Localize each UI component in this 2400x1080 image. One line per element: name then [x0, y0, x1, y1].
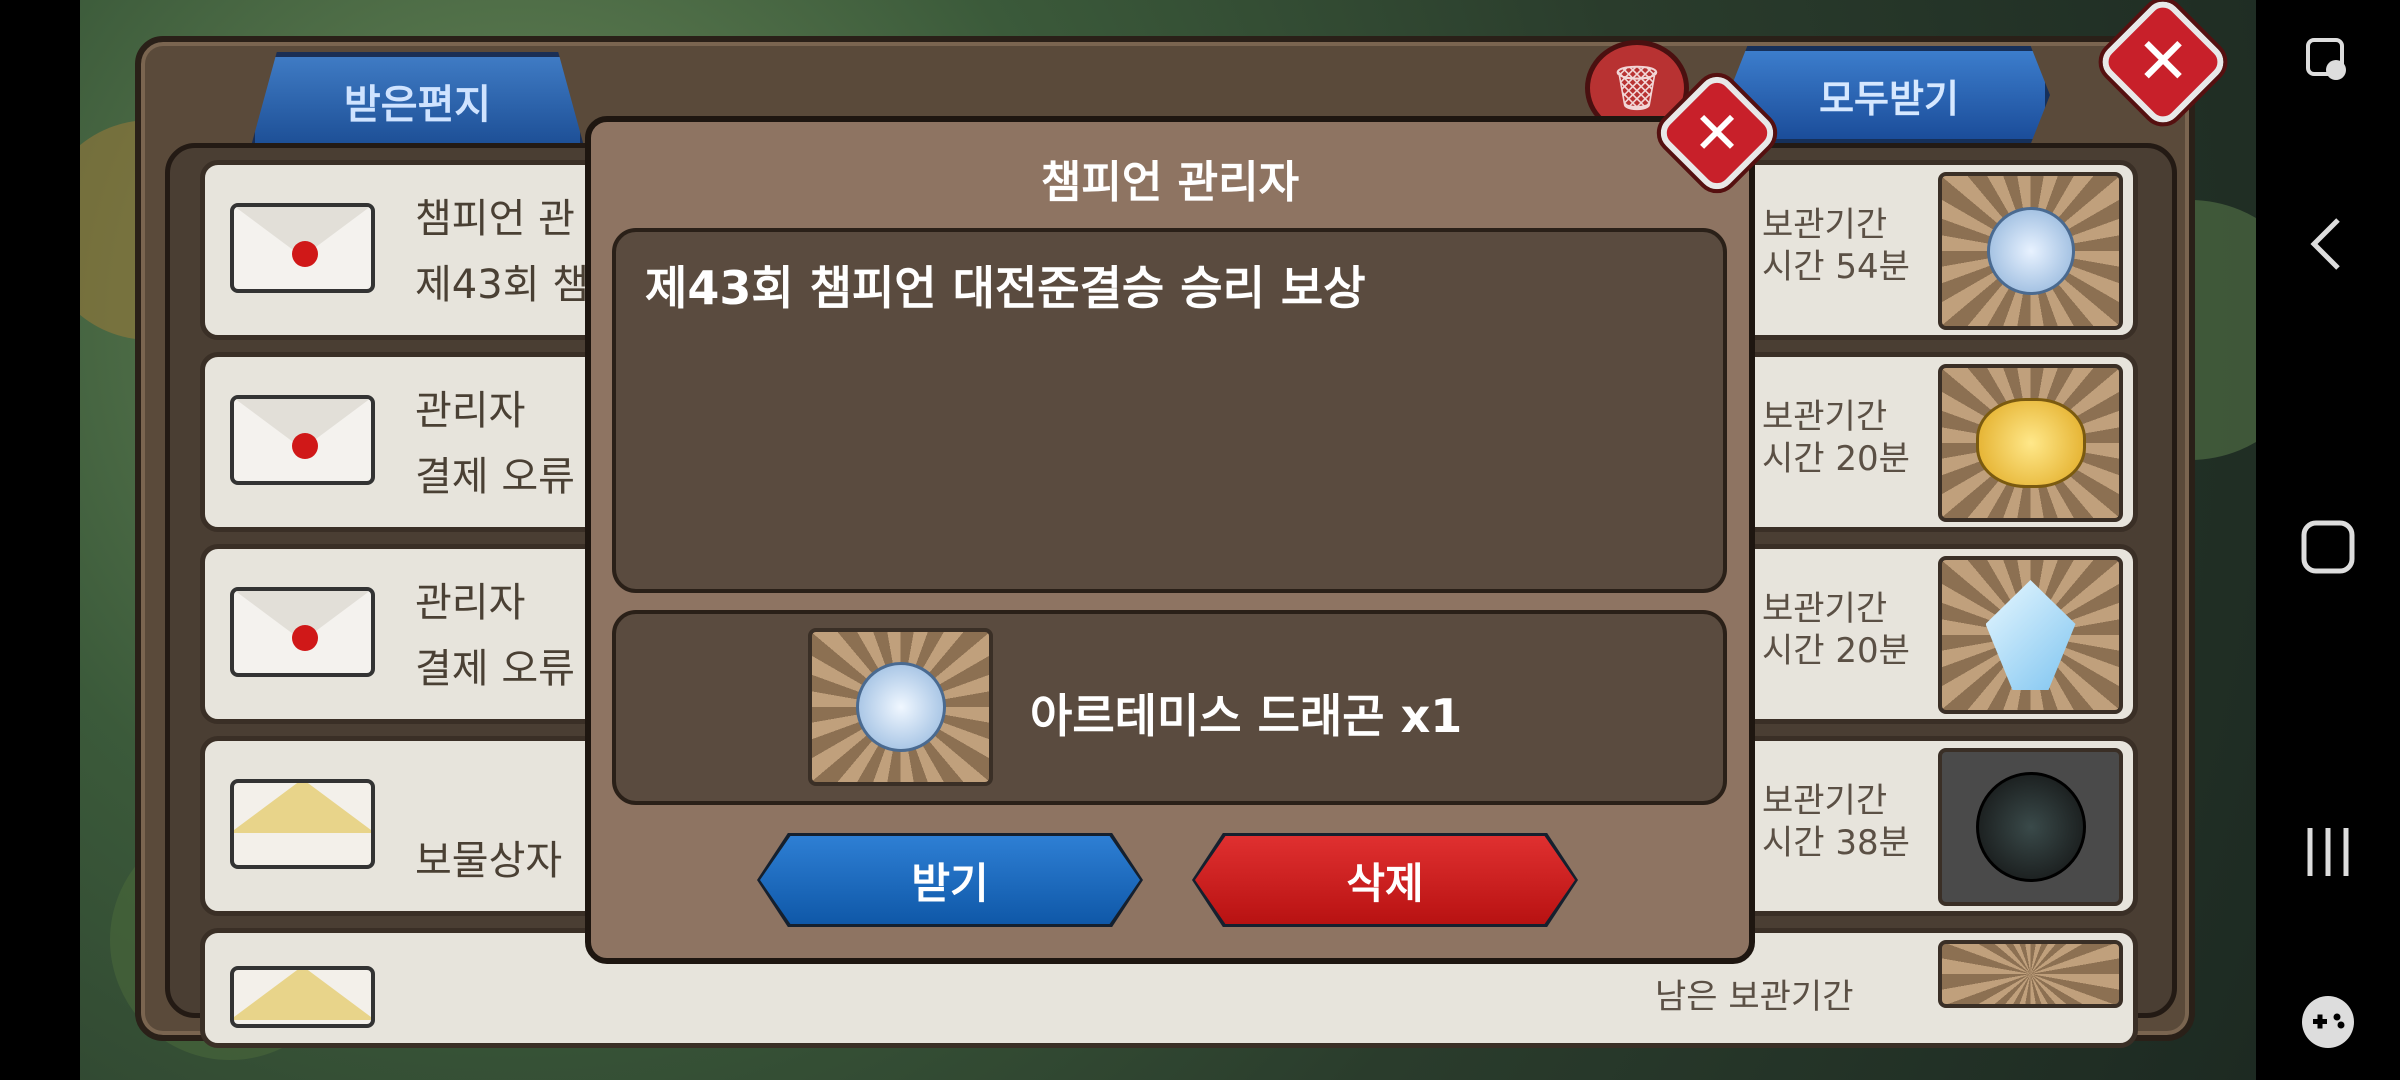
game-controller-icon[interactable] [2296, 990, 2360, 1054]
mail-expiry-time: 시간 20분 [1762, 439, 1910, 479]
mail-sender: 관리자 [415, 580, 526, 626]
mail-subject: 결제 오류 [415, 454, 575, 500]
mail-subject: 보물상자 [415, 838, 563, 884]
mail-expiry-label: 보관기간 [1762, 781, 1888, 821]
mail-sender: 챔피언 관 [415, 196, 575, 242]
delete-button-label: 삭제 [1346, 858, 1424, 908]
golden-dragon-item-icon [1938, 364, 2123, 522]
item-icon [1938, 940, 2123, 1008]
accessibility-icon[interactable] [2296, 28, 2360, 92]
mail-expiry-label: 보관기간 [1762, 589, 1888, 629]
dark-orb-item-icon [1938, 748, 2123, 906]
mail-yellow-icon [230, 779, 375, 869]
dragon-item-icon [808, 628, 993, 786]
dragon-item-icon [1938, 172, 2123, 330]
mail-expiry-label: 보관기간 [1762, 397, 1888, 437]
receive-all-label: 모두받기 [1819, 76, 1959, 121]
mail-expiry-time: 시간 54분 [1762, 247, 1910, 287]
message-text: 제43회 챔피언 대전준결승 승리 보상 [645, 261, 1366, 315]
crystal-item-icon [1938, 556, 2123, 714]
mail-expiry-label: 남은 보관기간 [1655, 977, 1854, 1017]
mail-yellow-icon [230, 966, 375, 1028]
home-icon[interactable] [2296, 515, 2360, 579]
tab-received-mail[interactable]: 받은편지 [250, 52, 585, 150]
mail-subject: 결제 오류 [415, 646, 575, 692]
receive-button[interactable]: 받기 [760, 836, 1140, 924]
mail-expiry-time: 시간 38분 [1762, 823, 1910, 863]
dialog-title: 챔피언 관리자 [1040, 157, 1300, 208]
receive-all-button[interactable]: 모두받기 [1728, 46, 2050, 144]
mail-red-seal-icon [230, 203, 375, 293]
tab-received-mail-label: 받은편지 [343, 82, 492, 128]
reward-text: 아르테미스 드래곤 x1 [1030, 689, 1463, 743]
recents-icon[interactable] [2296, 820, 2360, 884]
mail-red-seal-icon [230, 587, 375, 677]
mail-expiry-time: 시간 20분 [1762, 631, 1910, 671]
receive-button-label: 받기 [911, 858, 989, 908]
mail-expiry-label: 보관기간 [1762, 205, 1888, 245]
mail-red-seal-icon [230, 395, 375, 485]
mail-subject: 제43회 챔 [415, 262, 590, 308]
delete-button[interactable]: 삭제 [1195, 836, 1575, 924]
back-icon[interactable] [2296, 212, 2360, 276]
mail-sender: 관리자 [415, 388, 526, 434]
